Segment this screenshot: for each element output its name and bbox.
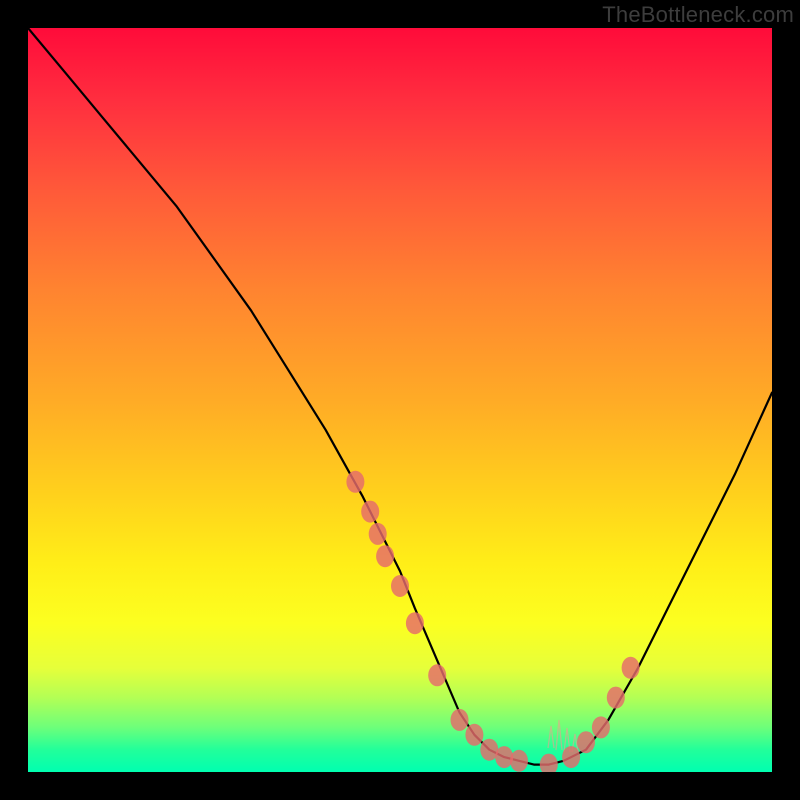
- jitter-spikes: [548, 720, 578, 752]
- marker-point: [577, 731, 595, 753]
- marker-point: [406, 612, 424, 634]
- watermark-text: TheBottleneck.com: [602, 2, 794, 28]
- marker-point: [346, 471, 364, 493]
- curve-layer: [28, 28, 772, 772]
- marker-point: [376, 545, 394, 567]
- marker-point: [369, 523, 387, 545]
- marker-point: [428, 664, 446, 686]
- marker-point: [465, 724, 483, 746]
- chart-stage: TheBottleneck.com: [0, 0, 800, 800]
- marker-point: [361, 501, 379, 523]
- marker-point: [391, 575, 409, 597]
- marker-point: [607, 687, 625, 709]
- marker-point: [540, 754, 558, 772]
- plot-area: [28, 28, 772, 772]
- marker-point: [562, 746, 580, 768]
- marker-point: [592, 716, 610, 738]
- marker-point: [495, 746, 513, 768]
- marker-point: [451, 709, 469, 731]
- curve-path: [28, 28, 772, 765]
- marker-group: [346, 471, 639, 772]
- marker-point: [480, 739, 498, 761]
- marker-point: [510, 750, 528, 772]
- marker-point: [622, 657, 640, 679]
